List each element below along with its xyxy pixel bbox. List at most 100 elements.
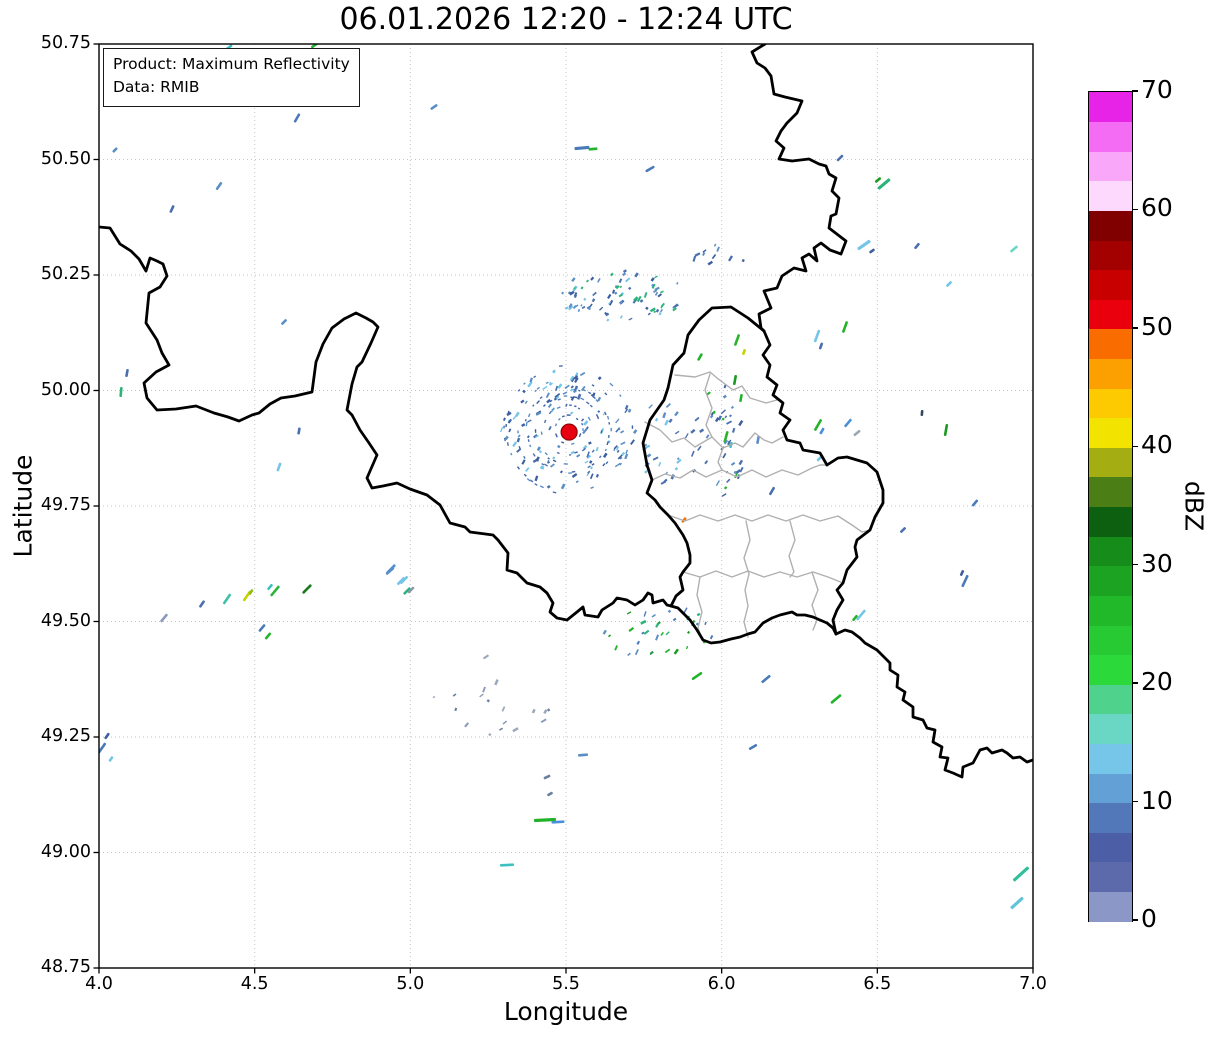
colorbar-label: dBZ [1179, 480, 1209, 532]
echo-speckle [729, 414, 732, 418]
echo-speckle [591, 298, 596, 303]
colorbar-tick-label: 60 [1141, 193, 1173, 223]
echo-streak [574, 145, 590, 151]
clutter-ring-dot [523, 473, 527, 477]
clutter-ring-dot [534, 483, 538, 486]
colorbar-band [1089, 861, 1132, 892]
echo-speckle [643, 292, 648, 298]
clutter-ring-dot [568, 472, 572, 474]
echo-streak [385, 567, 395, 575]
clutter-ring-dot [589, 404, 593, 408]
echo-speckle [502, 720, 508, 725]
colorbar-band [1089, 328, 1132, 360]
lux-west-cluster [641, 402, 682, 485]
south-faint-cluster [432, 654, 551, 737]
echo-speckle [608, 634, 612, 638]
echo-speckle [619, 285, 623, 289]
echo-streak [943, 424, 949, 436]
colorbar-band [1089, 506, 1132, 537]
echo-speckle [644, 470, 648, 474]
clutter-ring-dot [533, 375, 537, 379]
echo-streak [857, 239, 871, 251]
echo-speckle [676, 457, 680, 460]
clutter-ring-dot [607, 434, 610, 439]
echo-speckle [646, 453, 652, 458]
colorbar-band [1089, 536, 1132, 567]
x-tick-label: 5.0 [396, 974, 425, 994]
clutter-ring-dot [505, 423, 507, 428]
echo-speckle [630, 439, 635, 445]
clutter-ring-dot [554, 423, 558, 427]
country-border [750, 44, 848, 333]
clutter-ring-dot [543, 404, 546, 407]
echo-speckle [694, 416, 700, 422]
echo-streak [276, 462, 282, 472]
echo-streak [856, 609, 866, 621]
echo-speckle [583, 420, 589, 426]
y-tick-label: 49.00 [40, 841, 91, 862]
echo-streak [959, 570, 965, 576]
clutter-ring-dot [527, 439, 530, 442]
echo-speckle [525, 467, 530, 472]
echo-speckle [727, 255, 734, 262]
echo-streak [734, 334, 740, 346]
clutter-ring-dot [574, 405, 577, 408]
echo-streak [733, 375, 737, 385]
colorbar-tick-label: 40 [1141, 430, 1173, 460]
echo-speckle [641, 631, 645, 635]
echo-speckle [620, 441, 626, 446]
echo-streak [297, 427, 301, 435]
clutter-ring-dot [558, 417, 561, 421]
echo-streak [819, 427, 825, 435]
echo-speckle [542, 385, 548, 391]
clutter-ring-dot [587, 465, 591, 469]
clutter-ring-dot [625, 449, 629, 454]
echo-streak [112, 147, 118, 153]
echo-speckle [546, 484, 551, 489]
echo-speckle [584, 460, 589, 464]
echo-speckle [640, 619, 647, 625]
region-border [743, 520, 751, 638]
echo-speckle [576, 454, 581, 458]
clutter-ring-dot [606, 441, 609, 446]
clutter-ring-dot [631, 425, 634, 429]
clutter-ring-dot [556, 406, 561, 409]
echo-speckle [560, 483, 566, 490]
clutter-ring-dot [540, 431, 543, 435]
echo-speckle [555, 385, 559, 391]
colorbar-band [1089, 684, 1132, 715]
colorbar-band [1089, 447, 1132, 478]
echo-speckle [694, 252, 701, 257]
colorbar-band [1089, 476, 1132, 508]
product-info-box: Product: Maximum Reflectivity Data: RMIB [103, 48, 360, 107]
clutter-ring-dot [527, 413, 531, 418]
clutter-ring-dot [561, 441, 565, 444]
echo-speckle [561, 291, 564, 295]
echo-speckle [702, 249, 707, 253]
echo-streak [836, 154, 844, 162]
echo-speckle [665, 631, 670, 636]
echo-speckle [522, 389, 526, 394]
echo-speckle [570, 450, 575, 455]
echo-speckle [655, 622, 660, 628]
clutter-ring-dot [587, 416, 591, 421]
colorbar-band [1089, 180, 1132, 212]
clutter-ring-dot [609, 382, 614, 387]
echo-speckle [614, 291, 618, 295]
clutter-ring-dot [582, 428, 584, 431]
data-source-line: Data: RMIB [113, 78, 200, 97]
echo-speckle [738, 459, 744, 466]
clutter-ring-dot [517, 430, 519, 434]
echo-speckle [632, 429, 638, 434]
north-diffuse-cluster [561, 269, 679, 322]
echo-streak [900, 527, 906, 533]
echo-speckle [543, 709, 548, 715]
colorbar-tick-mark [1132, 445, 1138, 448]
y-tick-label: 48.75 [40, 957, 91, 977]
y-tick-label: 50.00 [40, 379, 91, 400]
echo-speckle [626, 611, 632, 615]
echo-speckle [713, 243, 717, 247]
colorbar-tick-label: 0 [1141, 904, 1157, 933]
echo-streak [869, 248, 875, 254]
echo-speckle [521, 423, 526, 428]
